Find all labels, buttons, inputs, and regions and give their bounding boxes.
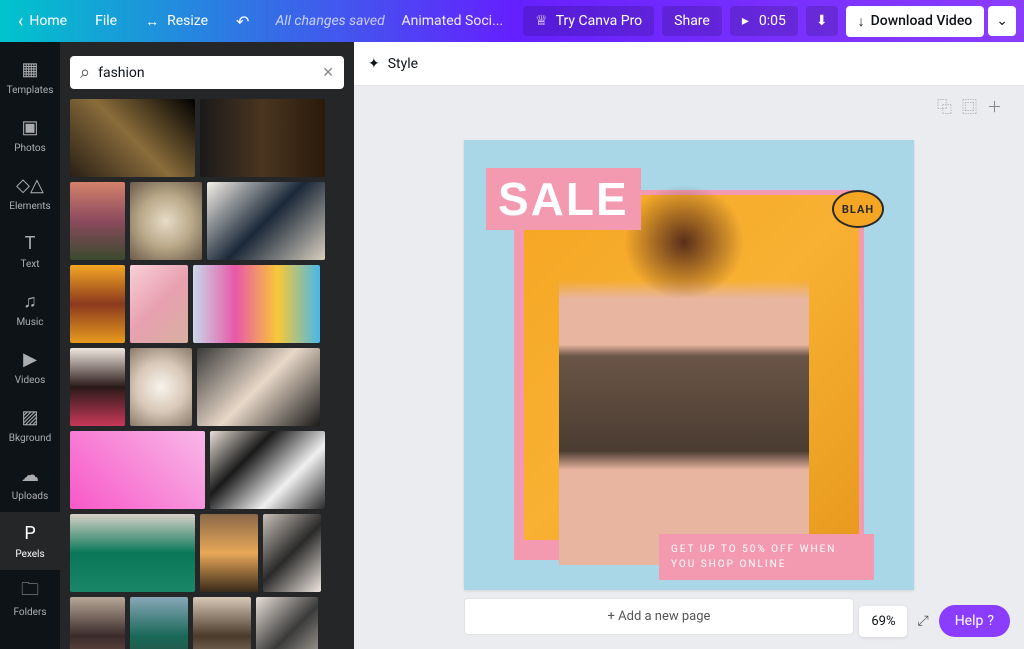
rail-text[interactable]: TText [0,222,60,280]
uploads-icon: ☁ [19,465,41,487]
home-label: Home [29,13,67,29]
download-label: Download Video [871,13,973,29]
resize-label: Resize [167,13,208,29]
text-icon: T [19,233,41,255]
download-arrow-icon [858,13,865,30]
sale-badge[interactable]: SALE [486,168,641,230]
home-button[interactable]: Home [8,5,77,38]
photo-thumb[interactable] [70,265,125,343]
add-page-icon[interactable]: ＋ [987,96,1002,117]
rail-folders[interactable]: 🗀Folders [0,570,60,628]
try-pro-label: Try Canva Pro [556,13,642,29]
file-menu[interactable]: File [85,7,127,35]
play-button[interactable]: 0:05 [730,6,798,36]
canvas-area: Style ⿻ ⿴ ＋ SALE BLAH GET UP TO 50% OFF … [354,42,1024,649]
bottom-right-controls: 69% ⤢ Help? [859,605,1010,637]
duplicate-page-icon[interactable]: ⿻ [937,96,952,117]
search-input[interactable] [98,65,314,81]
model-figure [559,185,809,565]
photo-thumb[interactable] [197,348,320,426]
music-icon: ♫ [19,291,41,313]
rail-videos[interactable]: ▶Videos [0,338,60,396]
style-button[interactable]: Style [388,56,418,72]
style-spark-icon [368,56,382,72]
rail-music[interactable]: ♫Music [0,280,60,338]
photo-thumb[interactable] [200,99,325,177]
clear-search-icon[interactable]: ✕ [322,65,334,81]
try-pro-button[interactable]: Try Canva Pro [523,6,654,36]
photo-panel: ✕ ◂ [60,42,354,649]
rail-elements[interactable]: ◇△Elements [0,164,60,222]
photo-grid [70,99,344,649]
videos-icon: ▶ [19,349,41,371]
add-new-page-button[interactable]: + Add a new page [464,598,854,635]
rail-bkground[interactable]: ▨Bkground [0,396,60,454]
rail-pexels[interactable]: PPexels [0,512,60,570]
style-toolbar: Style [354,42,1024,86]
copy-page-icon[interactable]: ⿴ [962,96,977,117]
bkground-icon: ▨ [19,407,41,429]
top-toolbar: Home File Resize ↶ All changes saved Ani… [0,0,1024,42]
photo-thumb[interactable] [70,597,125,649]
rail-photos[interactable]: ▣Photos [0,106,60,164]
page-actions: ⿻ ⿴ ＋ [937,96,1002,117]
rail-uploads[interactable]: ☁Uploads [0,454,60,512]
photo-thumb[interactable] [70,348,125,426]
document-name[interactable]: Animated Soci... [402,13,504,29]
speech-bubble[interactable]: BLAH [832,190,884,228]
fullscreen-icon[interactable]: ⤢ [917,613,928,629]
download-video-button[interactable]: Download Video [846,6,985,37]
search-bar: ✕ [70,56,344,89]
photo-thumb[interactable] [130,182,202,260]
photo-thumb[interactable] [70,182,125,260]
photo-thumb[interactable] [193,265,320,343]
resize-button[interactable]: Resize [135,7,218,36]
help-button[interactable]: Help? [939,605,1010,637]
photo-thumb[interactable] [130,265,188,343]
photo-thumb[interactable] [207,182,325,260]
download-options-chevron[interactable]: ⌄ [988,6,1016,36]
search-icon [80,62,90,83]
templates-icon: ▦ [19,59,41,81]
photo-thumb[interactable] [130,597,188,649]
undo-button[interactable]: ↶ [226,6,259,37]
help-label: Help [955,613,984,629]
save-status: All changes saved [275,13,384,29]
photo-thumb[interactable] [210,431,325,509]
elements-icon: ◇△ [19,175,41,197]
left-rail: ▦Templates ▣Photos ◇△Elements TText ♫Mus… [0,42,60,649]
duration-label: 0:05 [759,13,786,29]
artboard[interactable]: SALE BLAH GET UP TO 50% OFF WHEN YOU SHO… [464,140,914,590]
sale-text: SALE [498,172,629,226]
folders-icon: 🗀 [19,581,41,603]
photo-thumb[interactable] [70,431,205,509]
photo-thumb[interactable] [70,99,195,177]
photo-thumb[interactable] [193,597,251,649]
rail-templates[interactable]: ▦Templates [0,48,60,106]
photo-thumb[interactable] [256,597,318,649]
pexels-icon: P [19,523,41,545]
promo-banner[interactable]: GET UP TO 50% OFF WHEN YOU SHOP ONLINE [659,534,874,580]
help-question-icon: ? [987,613,994,629]
photos-icon: ▣ [19,117,41,139]
photo-thumb[interactable] [70,514,195,592]
zoom-level[interactable]: 69% [859,606,907,637]
stage[interactable]: SALE BLAH GET UP TO 50% OFF WHEN YOU SHO… [354,86,1024,649]
photo-thumb[interactable] [263,514,321,592]
download-icon-button[interactable]: ⬇ [806,6,838,36]
photo-thumb[interactable] [130,348,192,426]
photo-thumb[interactable] [200,514,258,592]
share-button[interactable]: Share [662,6,722,36]
